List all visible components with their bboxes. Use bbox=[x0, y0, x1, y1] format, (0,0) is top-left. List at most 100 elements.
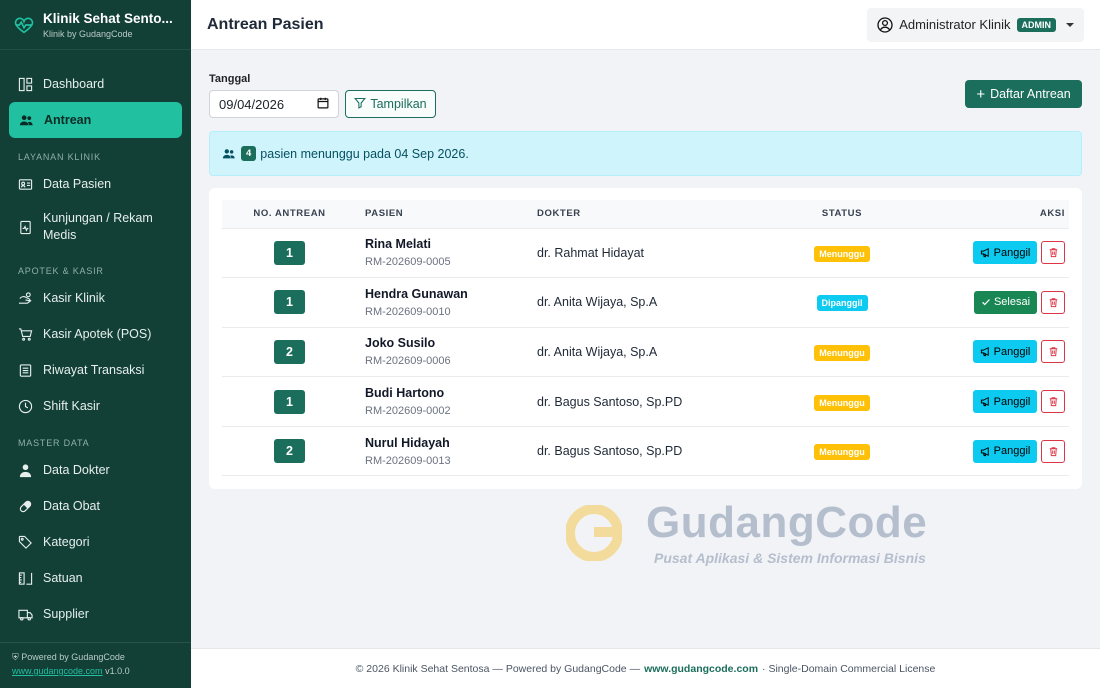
status-badge: Menunggu bbox=[814, 245, 870, 262]
megaphone-icon bbox=[980, 396, 991, 407]
show-button[interactable]: Tampilkan bbox=[345, 90, 436, 118]
sidebar-item-label: Satuan bbox=[43, 571, 83, 585]
table-row: 2 Joko Susilo RM-202609-0006 dr. Anita W… bbox=[222, 327, 1069, 377]
check-icon bbox=[981, 297, 991, 307]
table-row: 1 Budi Hartono RM-202609-0002 dr. Bagus … bbox=[222, 376, 1069, 427]
status-badge: Dipanggil bbox=[816, 295, 868, 312]
version-text: v1.0.0 bbox=[105, 666, 130, 676]
delete-button[interactable] bbox=[1041, 241, 1065, 265]
sidebar-item-label: Kasir Klinik bbox=[43, 291, 105, 305]
sidebar-footer: ⛨ Powered by GudangCode www.gudangcode.c… bbox=[0, 642, 191, 688]
date-value: 09/04/2026 bbox=[219, 96, 285, 112]
user-menu[interactable]: Administrator Klinik ADMIN bbox=[867, 7, 1084, 42]
section-layanan-klinik: LAYANAN KLINIK bbox=[18, 152, 101, 162]
footer-copyright: © 2026 Klinik Sehat Sentosa — Powered by… bbox=[355, 662, 641, 675]
megaphone-icon bbox=[980, 247, 991, 258]
delete-button[interactable] bbox=[1041, 340, 1065, 364]
waiting-alert: 4 pasien menunggu pada 04 Sep 2026. bbox=[209, 131, 1082, 176]
col-header-action: AKSI bbox=[1039, 208, 1065, 220]
dashboard-icon bbox=[18, 77, 33, 92]
calendar-icon[interactable] bbox=[317, 97, 329, 112]
sidebar-item-antrean[interactable]: Antrean bbox=[9, 102, 182, 138]
patient-rm: RM-202609-0006 bbox=[365, 355, 451, 368]
call-button[interactable]: Panggil bbox=[973, 241, 1037, 265]
col-header-patient: PASIEN bbox=[365, 208, 404, 220]
sidebar-item-riwayat-transaksi[interactable]: Riwayat Transaksi bbox=[0, 352, 182, 388]
page-title: Antrean Pasien bbox=[207, 15, 324, 33]
section-apotek-kasir: APOTEK & KASIR bbox=[18, 266, 104, 276]
sidebar-item-data-dokter[interactable]: Data Dokter bbox=[0, 452, 182, 488]
user-name: Administrator Klinik bbox=[899, 17, 1011, 32]
sidebar-item-kategori[interactable]: Kategori bbox=[0, 524, 182, 560]
patient-rm: RM-202609-0013 bbox=[365, 454, 451, 467]
role-badge: ADMIN bbox=[1016, 17, 1056, 32]
patient-name: Joko Susilo bbox=[365, 336, 436, 351]
patient-rm: RM-202609-0010 bbox=[365, 305, 451, 318]
doctor-icon bbox=[18, 463, 33, 478]
doctor-name: dr. Anita Wijaya, Sp.A bbox=[537, 295, 658, 310]
show-button-label: Tampilkan bbox=[370, 97, 427, 111]
patient-name: Rina Melati bbox=[365, 237, 431, 252]
sidebar-item-supplier[interactable]: Supplier bbox=[0, 596, 182, 632]
finish-button[interactable]: Selesai bbox=[974, 290, 1037, 314]
action-label: Panggil bbox=[993, 246, 1031, 259]
gudangcode-link[interactable]: www.gudangcode.com bbox=[12, 666, 103, 676]
user-circle-icon bbox=[877, 16, 893, 33]
sidebar-item-kasir-klinik[interactable]: Kasir Klinik bbox=[0, 280, 182, 316]
date-label: Tanggal bbox=[209, 73, 251, 85]
queue-number: 1 bbox=[274, 389, 305, 414]
ruler-icon bbox=[18, 571, 33, 586]
sidebar-item-label: Riwayat Transaksi bbox=[43, 363, 145, 377]
patient-rm: RM-202609-0002 bbox=[365, 405, 451, 418]
queue-number: 1 bbox=[274, 240, 305, 265]
sidebar-item-kunjungan[interactable]: Kunjungan / Rekam Medis bbox=[0, 202, 182, 252]
date-input[interactable]: 09/04/2026 bbox=[209, 90, 339, 118]
queue-number: 2 bbox=[274, 339, 305, 364]
truck-icon bbox=[18, 607, 33, 622]
table-row: 1 Rina Melati RM-202609-0005 dr. Rahmat … bbox=[222, 228, 1069, 278]
megaphone-icon bbox=[980, 446, 991, 457]
id-card-icon bbox=[18, 177, 33, 192]
sidebar-item-label: Data Obat bbox=[43, 499, 100, 513]
table-header-row: NO. ANTREAN PASIEN DOKTER STATUS AKSI bbox=[222, 200, 1069, 228]
doctor-name: dr. Bagus Santoso, Sp.PD bbox=[537, 444, 683, 459]
sidebar-item-shift-kasir[interactable]: Shift Kasir bbox=[0, 388, 182, 424]
sidebar-item-kasir-apotek[interactable]: Kasir Apotek (POS) bbox=[0, 316, 182, 352]
people-icon bbox=[222, 147, 236, 161]
brand-subtitle: Klinik by GudangCode bbox=[43, 28, 133, 39]
sidebar-item-label: Supplier bbox=[43, 607, 89, 621]
call-button[interactable]: Panggil bbox=[973, 439, 1037, 463]
sidebar-item-label: Antrean bbox=[44, 113, 92, 127]
table-row: 2 Nurul Hidayah RM-202609-0013 dr. Bagus… bbox=[222, 426, 1069, 476]
sidebar-item-data-pasien[interactable]: Data Pasien bbox=[0, 166, 182, 202]
sidebar-nav: Dashboard Antrean LAYANAN KLINIK Data Pa… bbox=[0, 50, 191, 632]
sidebar-item-dashboard[interactable]: Dashboard bbox=[0, 66, 182, 102]
doctor-name: dr. Anita Wijaya, Sp.A bbox=[537, 344, 658, 359]
trash-icon bbox=[1048, 446, 1059, 457]
status-badge: Menunggu bbox=[814, 344, 870, 361]
sidebar: Klinik Sehat Sento... Klinik by GudangCo… bbox=[0, 0, 191, 688]
people-icon bbox=[19, 113, 34, 128]
sidebar-item-satuan[interactable]: Satuan bbox=[0, 560, 182, 596]
top-header: Antrean Pasien Administrator Klinik ADMI… bbox=[191, 0, 1100, 50]
sidebar-item-label: Kategori bbox=[43, 535, 90, 549]
footer-license: · Single-Domain Commercial License bbox=[762, 662, 936, 675]
delete-button[interactable] bbox=[1041, 390, 1065, 414]
table-row: 1 Hendra Gunawan RM-202609-0010 dr. Anit… bbox=[222, 277, 1069, 328]
queue-number: 1 bbox=[274, 290, 305, 315]
delete-button[interactable] bbox=[1041, 439, 1065, 463]
patient-name: Nurul Hidayah bbox=[365, 435, 450, 450]
call-button[interactable]: Panggil bbox=[973, 390, 1037, 414]
doctor-name: dr. Bagus Santoso, Sp.PD bbox=[537, 394, 683, 409]
sidebar-item-data-obat[interactable]: Data Obat bbox=[0, 488, 182, 524]
trash-icon bbox=[1048, 247, 1059, 258]
call-button[interactable]: Panggil bbox=[973, 340, 1037, 364]
delete-button[interactable] bbox=[1041, 290, 1065, 314]
filter-icon bbox=[354, 97, 367, 112]
add-queue-button[interactable]: + Daftar Antrean bbox=[965, 80, 1082, 108]
footer-link[interactable]: www.gudangcode.com bbox=[644, 663, 758, 675]
brand[interactable]: Klinik Sehat Sento... Klinik by GudangCo… bbox=[0, 0, 191, 50]
megaphone-icon bbox=[980, 346, 991, 357]
patient-name: Hendra Gunawan bbox=[365, 286, 468, 301]
waiting-count-badge: 4 bbox=[241, 146, 257, 161]
